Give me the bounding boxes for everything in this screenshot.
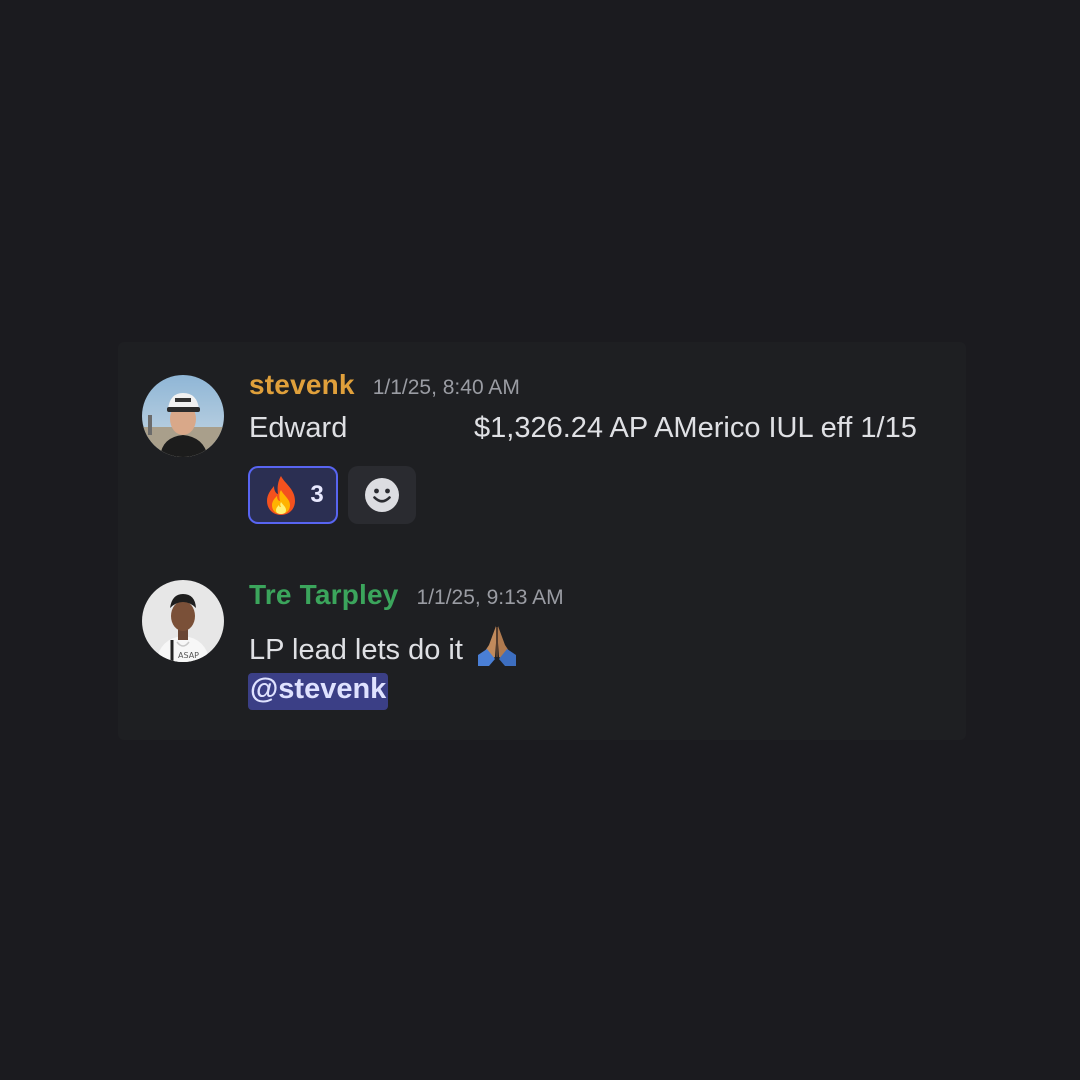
avatar-tre-tarpley[interactable]: ASAP: [142, 580, 224, 662]
avatar-stevenk-image: [142, 375, 224, 457]
reaction-fire[interactable]: 3: [248, 466, 338, 524]
timestamp: 1/1/25, 8:40 AM: [372, 376, 520, 399]
message-text: Edward $1,326.24 AP AMerico IUL eff 1/15: [249, 412, 917, 445]
avatar-tre-tarpley-image: ASAP: [142, 580, 224, 662]
chat-panel: [118, 342, 966, 740]
avatar-stevenk[interactable]: [142, 375, 224, 457]
message-text-content: LP lead lets do it: [249, 634, 463, 666]
add-reaction-button[interactable]: [348, 466, 416, 524]
reaction-count: 3: [310, 481, 324, 508]
reactions-bar: 3: [248, 466, 416, 524]
message-text-details: $1,326.24 AP AMerico IUL eff 1/15: [474, 412, 917, 444]
svg-text:ASAP: ASAP: [178, 651, 199, 660]
folded-hands-emoji-icon: [477, 626, 516, 666]
username-tre-tarpley[interactable]: Tre Tarpley: [249, 579, 399, 611]
user-mention-stevenk[interactable]: @stevenk: [248, 673, 389, 710]
smiley-add-reaction-icon: [365, 478, 399, 512]
timestamp: 1/1/25, 9:13 AM: [416, 586, 564, 609]
username-stevenk[interactable]: stevenk: [249, 369, 355, 401]
message-text: LP lead lets do it: [249, 623, 519, 667]
fire-emoji-icon: [267, 476, 296, 515]
message-text-name: Edward: [249, 412, 348, 444]
